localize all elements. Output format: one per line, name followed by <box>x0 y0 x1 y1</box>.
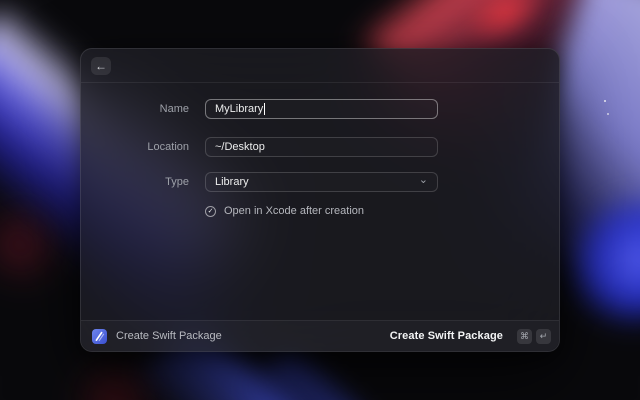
command-key-icon: ⌘ <box>517 328 532 344</box>
type-dropdown-value: Library <box>215 176 249 188</box>
form-row-name: Name MyLibrary <box>81 99 559 119</box>
name-field-label: Name <box>159 103 189 115</box>
back-button[interactable]: ← <box>91 56 111 75</box>
name-input[interactable]: MyLibrary <box>205 99 438 119</box>
type-dropdown[interactable]: Library ⌄ <box>205 172 438 192</box>
checkmark-icon: ✓ <box>207 207 214 215</box>
name-input-value: MyLibrary <box>215 103 264 115</box>
form-row-location: Location ~/Desktop <box>81 137 559 157</box>
open-in-xcode-checkbox-label: Open in Xcode after creation <box>224 205 365 217</box>
wallpaper-star <box>604 100 606 102</box>
command-name: Create Swift Package <box>116 330 222 342</box>
location-field-label: Location <box>147 141 189 153</box>
location-input[interactable]: ~/Desktop <box>205 137 438 157</box>
type-field-label: Type <box>165 176 189 188</box>
text-cursor <box>264 103 266 115</box>
create-swift-package-action[interactable]: Create Swift Package <box>390 330 503 342</box>
create-swift-package-window: ← Name MyLibrary Location ~/Desktop Type… <box>80 48 560 352</box>
window-header: ← <box>81 49 559 83</box>
return-key-icon: ↵ <box>536 328 551 344</box>
action-bar: Create Swift Package Create Swift Packag… <box>81 320 559 351</box>
open-in-xcode-checkbox[interactable]: ✓ <box>205 205 216 217</box>
chevron-down-icon: ⌄ <box>418 173 428 186</box>
wallpaper-star <box>607 113 609 115</box>
back-arrow-icon: ← <box>95 58 107 73</box>
create-swift-package-extension-icon <box>92 328 107 344</box>
form-row-type: Type Library ⌄ <box>81 172 559 192</box>
open-in-xcode-checkbox-row: ✓ Open in Xcode after creation <box>205 205 559 217</box>
package-form: Name MyLibrary Location ~/Desktop Type L… <box>81 83 559 217</box>
location-input-value: ~/Desktop <box>215 141 265 153</box>
